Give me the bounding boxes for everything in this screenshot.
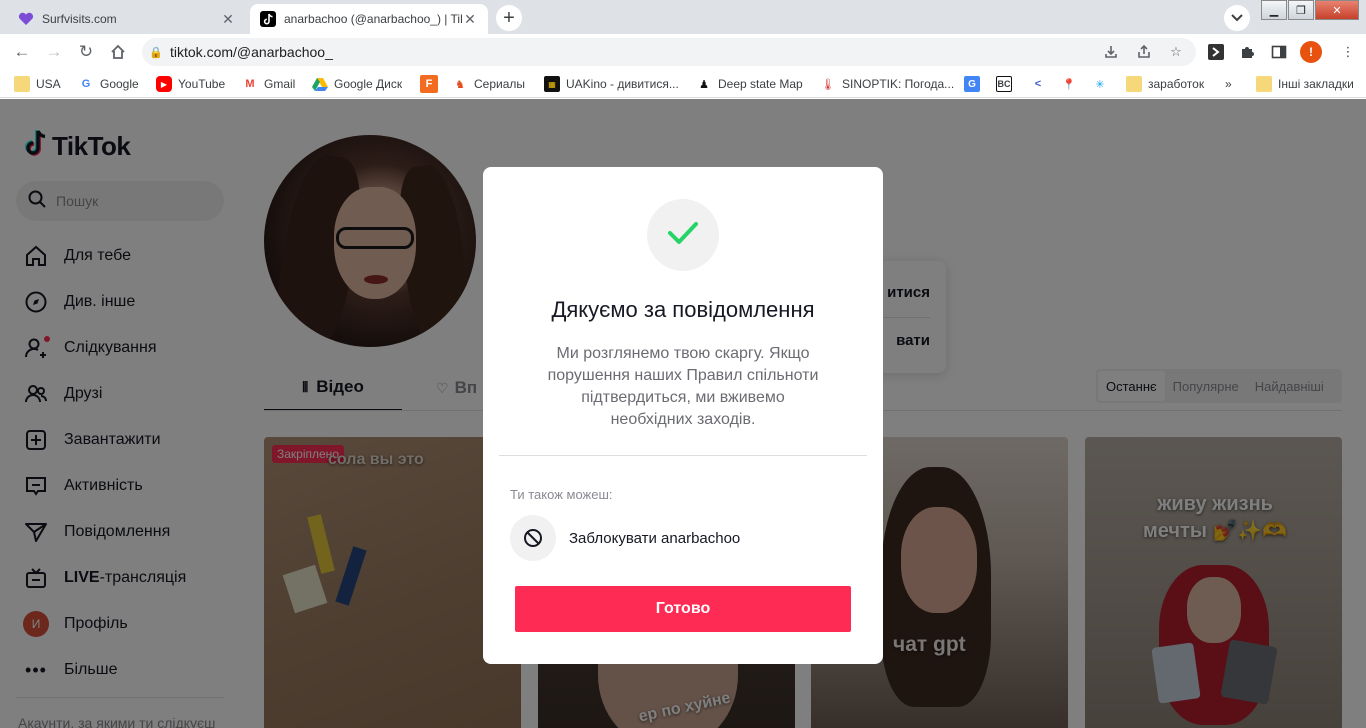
bookmarks-bar: USA G Google ▶ YouTube M Gmail Google Ди… (0, 70, 1366, 98)
bookmarks-overflow[interactable]: » (1225, 70, 1232, 98)
browser-tab-strip: Surfvisits.com ✕ anarbachoo (@anarbachoo… (0, 0, 1366, 34)
bookmark-maps[interactable]: 📍 (1061, 70, 1083, 98)
side-panel-icon[interactable] (1269, 42, 1289, 62)
share-icon[interactable] (1133, 41, 1155, 63)
google-icon: G (81, 78, 91, 90)
close-tab-icon[interactable]: ✕ (220, 11, 236, 27)
bookmark-f-app[interactable]: F (420, 70, 444, 98)
block-user-label: Заблокувати anarbachoo (569, 529, 741, 547)
serials-icon: ♞ (455, 78, 465, 91)
also-can-label: Ти також можеш: (510, 487, 613, 502)
bookmark-other[interactable]: Інші закладки (1256, 70, 1354, 98)
bookmark-sinoptik[interactable]: 🌡 SINOPTIK: Погода... (820, 70, 954, 98)
bookmark-deepstate[interactable]: ♟ Deep state Map (696, 70, 803, 98)
sparkle-icon: ✳ (1095, 78, 1105, 91)
dialog-title: Дякуємо за повідомлення (551, 297, 815, 322)
minimize-button[interactable]: ▁ (1261, 0, 1287, 20)
thermometer-icon: 🌡 (821, 78, 835, 91)
dialog-message: Ми розглянемо твою скаргу. Якщо порушенн… (547, 345, 819, 428)
uakino-icon: ▦ (544, 76, 560, 92)
extensions-puzzle-icon[interactable] (1237, 42, 1257, 62)
lock-icon: 🔒 (149, 46, 163, 59)
bookmark-star-icon[interactable]: ☆ (1165, 41, 1187, 63)
dialog-divider (499, 455, 867, 456)
tab-search-button[interactable] (1224, 5, 1250, 31)
success-badge (647, 199, 719, 271)
bookmark-usa[interactable]: USA (14, 70, 61, 98)
translate-icon: G (964, 76, 980, 92)
chevron-left-icon: < (1034, 78, 1042, 90)
youtube-icon: ▶ (156, 76, 172, 92)
bookmark-translate[interactable]: G (964, 70, 986, 98)
extension-icon[interactable] (1206, 42, 1226, 62)
gmail-icon: M (245, 78, 255, 90)
maximize-button[interactable]: ❐ (1288, 0, 1314, 20)
url-text: tiktok.com/@anarbachoo_ (170, 44, 333, 60)
bookmark-bc[interactable]: BC (996, 70, 1018, 98)
new-tab-button[interactable]: + (496, 5, 522, 31)
bookmark-star[interactable]: ✳ (1092, 70, 1114, 98)
bookmark-google[interactable]: G Google (78, 70, 139, 98)
close-window-button[interactable]: ✕ (1315, 0, 1359, 20)
bookmark-zarabotok[interactable]: заработок (1126, 70, 1204, 98)
drive-icon (312, 76, 328, 92)
install-app-icon[interactable] (1100, 41, 1122, 63)
bc-icon: BC (996, 76, 1012, 92)
report-thanks-dialog: Дякуємо за повідомлення Ми розглянемо тв… (483, 167, 883, 664)
bookmark-serials[interactable]: ♞ Сериалы (452, 70, 525, 98)
f-app-icon: F (420, 75, 438, 93)
tiktok-favicon (260, 11, 276, 27)
browser-toolbar: ← → ↻ 🔒 tiktok.com/@anarbachoo_ ☆ ! ⋮ (0, 34, 1366, 70)
forward-button[interactable]: → (42, 40, 66, 64)
folder-icon (1256, 76, 1272, 92)
bookmark-uakino[interactable]: ▦ UAKino - дивитися... (544, 70, 679, 98)
folder-icon (1126, 76, 1142, 92)
bookmark-google-drive[interactable]: Google Диск (312, 70, 402, 98)
tab-title: anarbachoo (@anarbachoo_) | TikTok (284, 12, 462, 26)
map-pin-icon: 📍 (1062, 78, 1076, 91)
block-user-option[interactable]: Заблокувати anarbachoo (510, 515, 740, 561)
browser-tab-surfvisits[interactable]: Surfvisits.com ✕ (8, 4, 246, 34)
address-bar[interactable]: 🔒 tiktok.com/@anarbachoo_ (142, 38, 1196, 66)
heart-favicon (18, 11, 34, 27)
browser-tab-tiktok[interactable]: anarbachoo (@anarbachoo_) | TikTok ✕ (250, 4, 488, 34)
done-button[interactable]: Готово (515, 586, 851, 632)
menu-dots-icon[interactable]: ⋮ (1338, 42, 1358, 62)
close-tab-icon[interactable]: ✕ (462, 11, 478, 27)
bookmark-gmail[interactable]: M Gmail (242, 70, 295, 98)
profile-avatar[interactable]: ! (1300, 41, 1322, 63)
folder-icon (14, 76, 30, 92)
deepstate-icon: ♟ (699, 78, 709, 91)
block-icon (510, 515, 556, 561)
bookmark-youtube[interactable]: ▶ YouTube (156, 70, 225, 98)
bookmark-arrow[interactable]: < (1030, 70, 1052, 98)
tab-title: Surfvisits.com (42, 12, 117, 26)
checkmark-icon (666, 220, 700, 251)
home-button[interactable] (106, 40, 130, 64)
back-button[interactable]: ← (10, 40, 34, 64)
reload-button[interactable]: ↻ (74, 40, 98, 64)
